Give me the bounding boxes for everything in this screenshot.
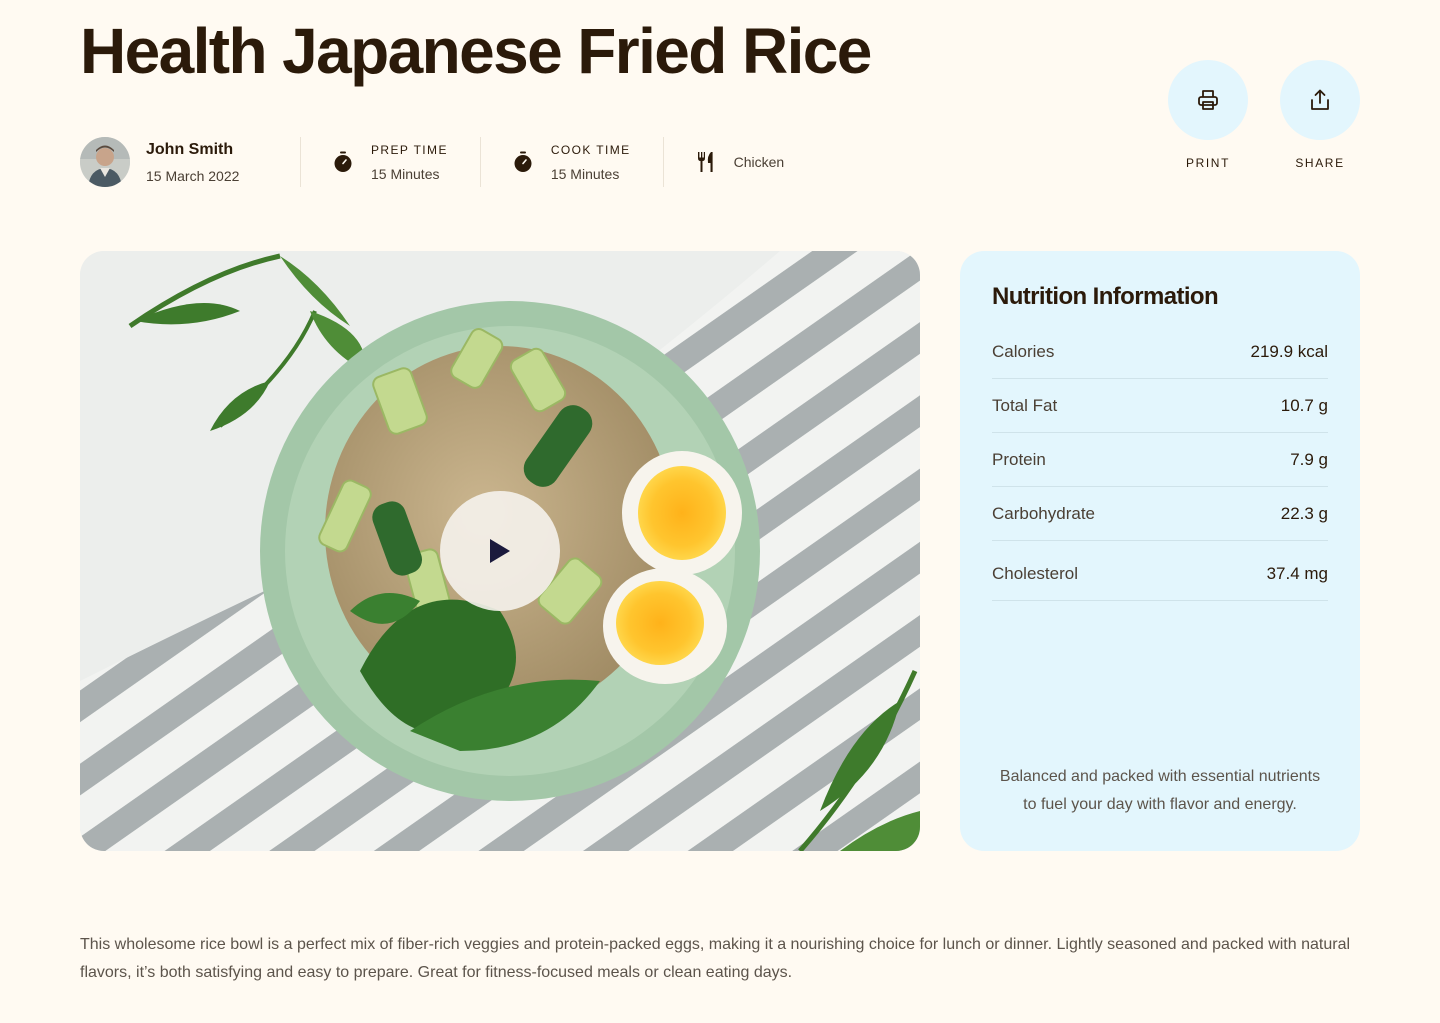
nutrition-row: Calories 219.9 kcal <box>992 325 1328 379</box>
recipe-title: Health Japanese Fried Rice <box>80 15 872 87</box>
recipe-description: This wholesome rice bowl is a perfect mi… <box>80 936 1351 981</box>
publish-date: 15 March 2022 <box>146 167 240 184</box>
nutrition-value: 37.4 mg <box>1266 563 1328 583</box>
nutrition-value: 7.9 g <box>1290 449 1328 469</box>
nutrition-label: Protein <box>992 449 1046 469</box>
nutrition-row: Cholesterol 37.4 mg <box>992 541 1328 601</box>
nutrition-label: Calories <box>992 341 1055 361</box>
author-block: John Smith 15 March 2022 <box>80 137 300 187</box>
cook-time-label: COOK TIME <box>550 142 631 157</box>
print-button[interactable] <box>1168 60 1248 140</box>
avatar <box>80 137 130 187</box>
cook-time-value: 15 Minutes <box>550 165 620 182</box>
nutrition-row: Carbohydrate 22.3 g <box>992 487 1328 541</box>
play-button[interactable] <box>440 491 560 611</box>
share-button[interactable] <box>1280 60 1360 140</box>
nutrition-row: Protein 7.9 g <box>992 433 1328 487</box>
print-label: PRINT <box>1186 156 1230 170</box>
category-label: Chicken <box>733 154 785 170</box>
prep-time: PREP TIME 15 Minutes <box>301 143 480 182</box>
timer-icon <box>334 151 352 172</box>
share-icon <box>1311 89 1329 110</box>
play-icon <box>490 539 510 563</box>
nutrition-value: 22.3 g <box>1280 503 1328 523</box>
recipe-video[interactable] <box>80 251 920 851</box>
nutrition-note-line: Balanced and packed with essential nutri… <box>999 768 1321 785</box>
recipe-meta-row: John Smith 15 March 2022 PREP TIME 15 Mi… <box>80 135 816 189</box>
nutrition-value: 219.9 kcal <box>1250 341 1329 361</box>
share-action[interactable]: SHARE <box>1280 60 1360 170</box>
fork-knife-icon <box>697 152 713 172</box>
nutrition-label: Cholesterol <box>992 563 1078 583</box>
timer-icon <box>514 151 532 172</box>
category[interactable]: Chicken <box>664 151 817 173</box>
nutrition-label: Carbohydrate <box>992 503 1096 523</box>
print-action[interactable]: PRINT <box>1168 60 1248 170</box>
nutrition-label: Total Fat <box>992 395 1058 415</box>
prep-time-label: PREP TIME <box>371 142 448 157</box>
share-label: SHARE <box>1295 156 1345 170</box>
nutrition-note: Balanced and packed with essential nutri… <box>976 763 1344 819</box>
nutrition-title: Nutrition Information <box>992 283 1219 310</box>
nutrition-card: Nutrition Information Calories 219.9 kca… <box>960 251 1360 851</box>
author-name[interactable]: John Smith <box>146 141 239 159</box>
nutrition-value: 10.7 g <box>1280 395 1328 415</box>
printer-icon <box>1198 90 1218 110</box>
cook-time: COOK TIME 15 Minutes <box>481 143 663 182</box>
nutrition-row: Total Fat 10.7 g <box>992 379 1328 433</box>
nutrition-note-line: to fuel your day with flavor and energy. <box>1023 796 1297 813</box>
prep-time-value: 15 Minutes <box>371 165 440 182</box>
